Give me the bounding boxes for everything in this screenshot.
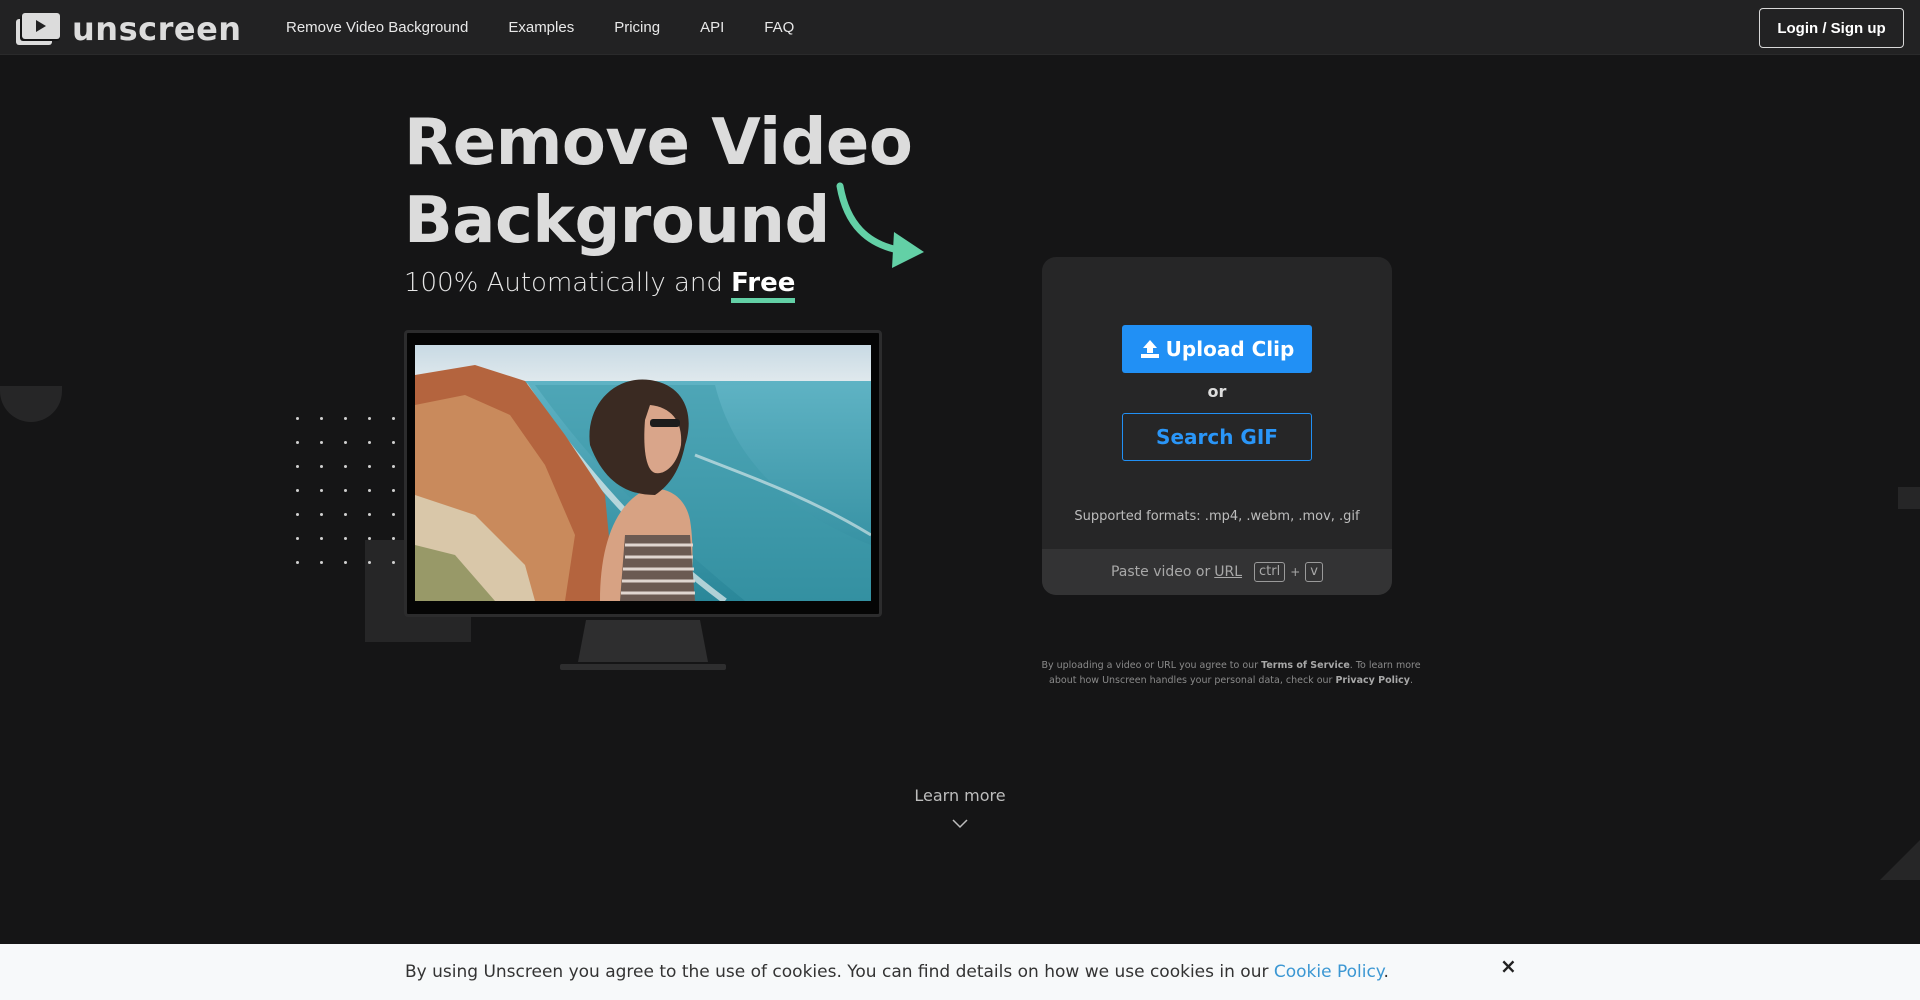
- cookie-policy-link[interactable]: Cookie Policy: [1274, 962, 1384, 982]
- decorative-dot: [392, 417, 395, 420]
- decorative-dot: [296, 561, 299, 564]
- cookie-banner: By using Unscreen you agree to the use o…: [0, 944, 1920, 1000]
- nav-pricing[interactable]: Pricing: [614, 19, 660, 36]
- plus-sign: +: [1290, 565, 1301, 579]
- decorative-dot: [368, 513, 371, 516]
- decorative-dot: [368, 417, 371, 420]
- decorative-dot: [392, 465, 395, 468]
- ctrl-key: ctrl: [1254, 562, 1286, 582]
- supported-formats: Supported formats: .mp4, .webm, .mov, .g…: [1074, 509, 1360, 524]
- decorative-dot: [392, 537, 395, 540]
- decorative-dot: [320, 417, 323, 420]
- v-key: v: [1305, 562, 1323, 582]
- monitor-stand: [578, 620, 708, 662]
- cookie-message: By using Unscreen you agree to the use o…: [405, 962, 1389, 982]
- decorative-dot: [368, 465, 371, 468]
- paste-bar: Paste video or URL ctrl + v: [1042, 549, 1392, 595]
- logo[interactable]: unscreen: [16, 13, 242, 45]
- terms-notice: By uploading a video or URL you agree to…: [1036, 658, 1426, 688]
- terms-text-3: .: [1409, 675, 1413, 686]
- decorative-dot: [320, 561, 323, 564]
- decorative-dot: [296, 489, 299, 492]
- upload-card: Upload Clip or Search GIF Supported form…: [1042, 257, 1392, 595]
- nav-remove-video-background[interactable]: Remove Video Background: [286, 19, 468, 36]
- search-gif-button[interactable]: Search GIF: [1122, 413, 1312, 461]
- monitor-stand-base: [560, 664, 726, 670]
- upload-clip-label: Upload Clip: [1165, 337, 1295, 361]
- logo-play-icon: [16, 13, 60, 45]
- upload-clip-button[interactable]: Upload Clip: [1122, 325, 1312, 373]
- decorative-dot: [320, 489, 323, 492]
- hero-subtitle-free: Free: [731, 268, 796, 303]
- or-separator: or: [1207, 382, 1227, 401]
- decorative-dot: [320, 441, 323, 444]
- decorative-dot: [320, 537, 323, 540]
- decorative-dot: [392, 489, 395, 492]
- decorative-dot: [320, 513, 323, 516]
- decorative-dot: [344, 441, 347, 444]
- decorative-dot: [392, 561, 395, 564]
- privacy-policy-link[interactable]: Privacy Policy: [1335, 675, 1409, 686]
- nav-examples[interactable]: Examples: [508, 19, 574, 36]
- logo-wordmark: unscreen: [72, 10, 242, 48]
- top-navbar: unscreen Remove Video Background Example…: [0, 0, 1920, 55]
- decorative-half-circle: [0, 386, 62, 422]
- curved-arrow-icon: [834, 180, 930, 274]
- decorative-dot: [344, 537, 347, 540]
- decorative-square-right: [1898, 487, 1920, 509]
- nav-faq[interactable]: FAQ: [764, 19, 794, 36]
- cookie-suffix: .: [1383, 962, 1389, 982]
- decorative-dot: [296, 465, 299, 468]
- decorative-dot: [344, 465, 347, 468]
- decorative-dot: [344, 489, 347, 492]
- decorative-dot: [368, 441, 371, 444]
- cookie-text: By using Unscreen you agree to the use o…: [405, 962, 1274, 982]
- decorative-dot: [392, 441, 395, 444]
- monitor-frame: [404, 330, 882, 617]
- terms-of-service-link[interactable]: Terms of Service: [1261, 660, 1350, 671]
- video-preview: [415, 345, 871, 601]
- decorative-dot: [296, 441, 299, 444]
- decorative-dot: [392, 513, 395, 516]
- decorative-triangle: [1880, 840, 1920, 880]
- upload-icon: [1140, 340, 1159, 358]
- decorative-dot: [344, 561, 347, 564]
- decorative-dot: [344, 513, 347, 516]
- decorative-dot: [344, 417, 347, 420]
- login-signup-button[interactable]: Login / Sign up: [1759, 8, 1904, 48]
- hero-subtitle-text: 100% Automatically and: [404, 268, 732, 298]
- decorative-dot: [368, 537, 371, 540]
- hero-subtitle: 100% Automatically and Free: [404, 268, 796, 303]
- decorative-dot: [296, 417, 299, 420]
- decorative-dot: [296, 513, 299, 516]
- paste-label: Paste video or: [1110, 564, 1211, 580]
- decorative-dot: [368, 489, 371, 492]
- decorative-dot: [368, 561, 371, 564]
- nav-api[interactable]: API: [700, 19, 724, 36]
- paste-url-link[interactable]: URL: [1214, 564, 1242, 580]
- decorative-dot: [320, 465, 323, 468]
- main-nav: Remove Video Background Examples Pricing…: [286, 0, 834, 55]
- decorative-dot: [296, 537, 299, 540]
- terms-text: By uploading a video or URL you agree to…: [1041, 660, 1262, 671]
- close-icon[interactable]: ×: [1500, 954, 1517, 978]
- chevron-down-icon[interactable]: [952, 814, 968, 833]
- learn-more-link[interactable]: Learn more: [860, 786, 1060, 805]
